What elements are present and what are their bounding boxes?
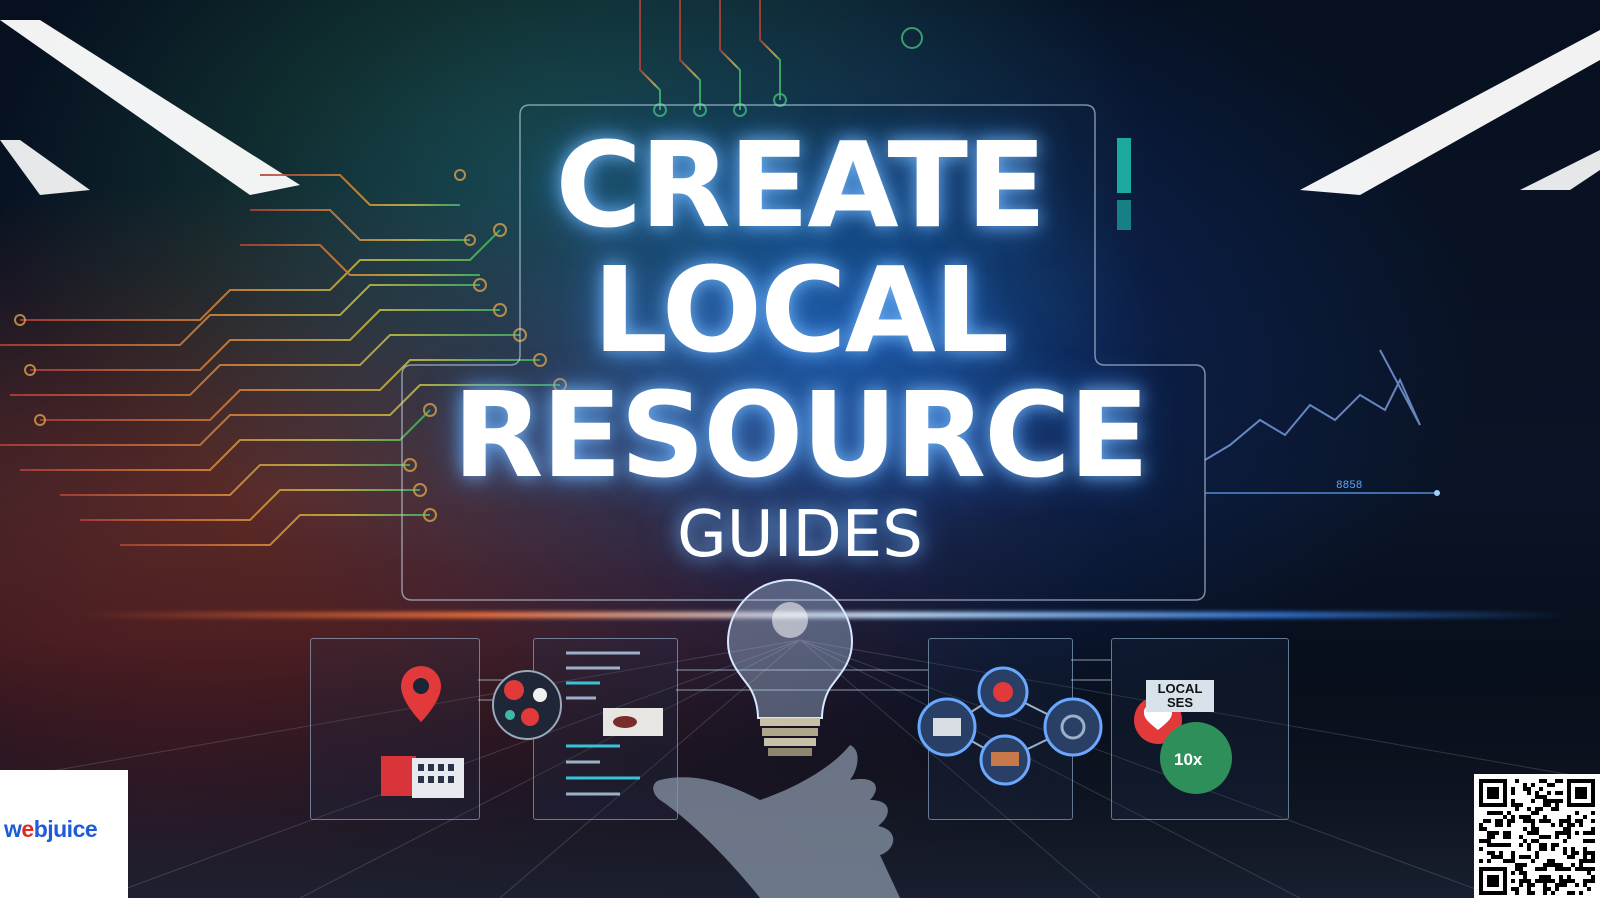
hero-banner: CREATE LOCAL RESOURCE GUIDES 8858 LOCAL … [0,0,1600,898]
local-panel-label: LOCAL SES [1146,680,1214,712]
local-label-sub: SES [1166,695,1193,710]
hand-icon [653,745,900,898]
palette-icon [492,670,562,740]
qr-code-icon[interactable] [1474,774,1600,898]
qr-code-pattern [1479,779,1595,895]
webjuice-logo[interactable]: webjuice [4,816,98,843]
panel-art [381,578,1232,898]
logo-suffix: bjuice [33,816,98,842]
logo-e: e [21,816,34,842]
building-icon [381,756,464,798]
logo-prefix: w [4,816,22,842]
lightbulb-icon [726,578,854,756]
map-pin-icon [401,666,441,722]
network-graph [917,666,1103,786]
local-label-text: LOCAL [1157,681,1203,696]
badge-text: 10x [1174,750,1203,769]
